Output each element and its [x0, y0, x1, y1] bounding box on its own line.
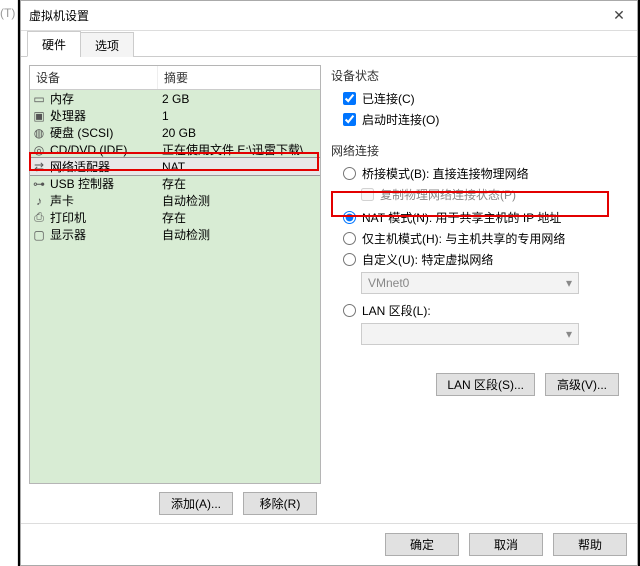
connect-at-poweron-checkbox[interactable]: 启动时连接(O) — [343, 111, 623, 128]
device-row[interactable]: ▣处理器1 — [30, 107, 320, 124]
replicate-label: 复制物理网络连接状态(P) — [380, 186, 516, 203]
device-row[interactable]: ♪声卡自动检测 — [30, 192, 320, 209]
cd-icon: ◎ — [30, 143, 48, 157]
outer-sidebar: (T) — [0, 0, 18, 566]
left-button-row: 添加(A)... 移除(R) — [29, 484, 321, 515]
device-summary: 自动检测 — [158, 192, 320, 209]
lan-segment-radio-input[interactable] — [343, 304, 356, 317]
titlebar: 虚拟机设置 ✕ — [21, 1, 637, 31]
hostonly-label: 仅主机模式(H): 与主机共享的专用网络 — [362, 230, 565, 247]
cancel-button[interactable]: 取消 — [469, 533, 543, 556]
outer-label: (T) — [0, 6, 15, 20]
device-summary: 2 GB — [158, 92, 320, 106]
device-status-group: 设备状态 已连接(C) 启动时连接(O) — [331, 67, 623, 128]
device-list[interactable]: 设备 摘要 ▭内存2 GB▣处理器1◍硬盘 (SCSI)20 GB◎CD/DVD… — [29, 65, 321, 484]
device-name: 内存 — [48, 90, 158, 107]
help-button[interactable]: 帮助 — [553, 533, 627, 556]
device-summary: 1 — [158, 109, 320, 123]
device-row[interactable]: ⇄网络适配器NAT — [30, 158, 320, 175]
hostonly-radio-input[interactable] — [343, 232, 356, 245]
usb-icon: ⊶ — [30, 177, 48, 191]
tab-options[interactable]: 选项 — [80, 32, 134, 57]
connect-at-poweron-input[interactable] — [343, 113, 356, 126]
cpu-icon: ▣ — [30, 109, 48, 123]
hdd-icon: ◍ — [30, 126, 48, 140]
device-row[interactable]: ⊶USB 控制器存在 — [30, 175, 320, 192]
device-name: CD/DVD (IDE) — [48, 143, 158, 157]
ok-button[interactable]: 确定 — [385, 533, 459, 556]
device-row[interactable]: ◎CD/DVD (IDE)正在使用文件 E:\迅雷下载\Cen... — [30, 141, 320, 158]
custom-radio[interactable]: 自定义(U): 特定虚拟网络 — [343, 251, 623, 268]
tab-hardware[interactable]: 硬件 — [27, 31, 81, 57]
device-name: 网络适配器 — [48, 158, 158, 175]
bridged-radio[interactable]: 桥接模式(B): 直接连接物理网络 — [343, 165, 623, 182]
custom-radio-input[interactable] — [343, 253, 356, 266]
hardware-right-panel: 设备状态 已连接(C) 启动时连接(O) 网络连接 桥接模式(B): 直接连接物… — [331, 65, 629, 515]
vm-settings-dialog: 虚拟机设置 ✕ 硬件 选项 设备 摘要 ▭内存2 GB▣处理器1◍硬盘 (SCS… — [20, 0, 638, 566]
device-summary: 自动检测 — [158, 226, 320, 243]
right-button-row: LAN 区段(S)... 高级(V)... — [331, 373, 623, 396]
device-name: 声卡 — [48, 192, 158, 209]
header-device: 设备 — [30, 66, 158, 89]
replicate-checkbox-input — [361, 188, 374, 201]
chevron-down-icon: ▾ — [566, 327, 572, 341]
device-list-header: 设备 摘要 — [30, 66, 320, 90]
tab-bar: 硬件 选项 — [21, 31, 637, 57]
network-title: 网络连接 — [331, 142, 623, 159]
connected-label: 已连接(C) — [362, 90, 415, 107]
lan-segment-select: ▾ — [361, 323, 579, 345]
device-name: 硬盘 (SCSI) — [48, 124, 158, 141]
printer-icon: ⎙ — [30, 210, 48, 225]
device-row[interactable]: ▭内存2 GB — [30, 90, 320, 107]
connected-checkbox-input[interactable] — [343, 92, 356, 105]
device-row[interactable]: ⎙打印机存在 — [30, 209, 320, 226]
sound-icon: ♪ — [30, 194, 48, 208]
device-summary: 正在使用文件 E:\迅雷下载\Cen... — [158, 141, 320, 158]
display-icon: ▢ — [30, 228, 48, 242]
header-summary: 摘要 — [158, 66, 320, 89]
lan-segment-radio[interactable]: LAN 区段(L): — [343, 302, 623, 319]
device-summary: 存在 — [158, 209, 320, 226]
device-summary: 存在 — [158, 175, 320, 192]
device-summary: NAT — [158, 160, 320, 174]
device-name: 处理器 — [48, 107, 158, 124]
status-group-title: 设备状态 — [331, 67, 623, 84]
dialog-title: 虚拟机设置 — [29, 7, 609, 24]
hardware-left-panel: 设备 摘要 ▭内存2 GB▣处理器1◍硬盘 (SCSI)20 GB◎CD/DVD… — [29, 65, 321, 515]
vmnet-select: VMnet0 ▾ — [361, 272, 579, 294]
device-row[interactable]: ◍硬盘 (SCSI)20 GB — [30, 124, 320, 141]
add-button[interactable]: 添加(A)... — [159, 492, 233, 515]
replicate-checkbox: 复制物理网络连接状态(P) — [361, 186, 623, 203]
connected-checkbox[interactable]: 已连接(C) — [343, 90, 623, 107]
device-name: 打印机 — [48, 209, 158, 226]
bridged-label: 桥接模式(B): 直接连接物理网络 — [362, 165, 529, 182]
memory-icon: ▭ — [30, 92, 48, 106]
nic-icon: ⇄ — [30, 160, 48, 174]
custom-label: 自定义(U): 特定虚拟网络 — [362, 251, 493, 268]
nat-label: NAT 模式(N): 用于共享主机的 IP 地址 — [362, 209, 561, 226]
advanced-button[interactable]: 高级(V)... — [545, 373, 619, 396]
nat-radio[interactable]: NAT 模式(N): 用于共享主机的 IP 地址 — [343, 209, 623, 226]
device-summary: 20 GB — [158, 126, 320, 140]
remove-button[interactable]: 移除(R) — [243, 492, 317, 515]
vmnet-value: VMnet0 — [368, 276, 409, 290]
hostonly-radio[interactable]: 仅主机模式(H): 与主机共享的专用网络 — [343, 230, 623, 247]
device-name: USB 控制器 — [48, 175, 158, 192]
lan-segments-button[interactable]: LAN 区段(S)... — [436, 373, 535, 396]
dialog-footer: 确定 取消 帮助 — [21, 523, 637, 565]
chevron-down-icon: ▾ — [566, 276, 572, 290]
connect-at-poweron-label: 启动时连接(O) — [362, 111, 439, 128]
bridged-radio-input[interactable] — [343, 167, 356, 180]
nat-radio-input[interactable] — [343, 211, 356, 224]
network-connection-group: 网络连接 桥接模式(B): 直接连接物理网络 复制物理网络连接状态(P) NAT… — [331, 142, 623, 345]
device-row[interactable]: ▢显示器自动检测 — [30, 226, 320, 243]
close-icon[interactable]: ✕ — [609, 7, 629, 24]
device-name: 显示器 — [48, 226, 158, 243]
lan-segment-label: LAN 区段(L): — [362, 302, 431, 319]
